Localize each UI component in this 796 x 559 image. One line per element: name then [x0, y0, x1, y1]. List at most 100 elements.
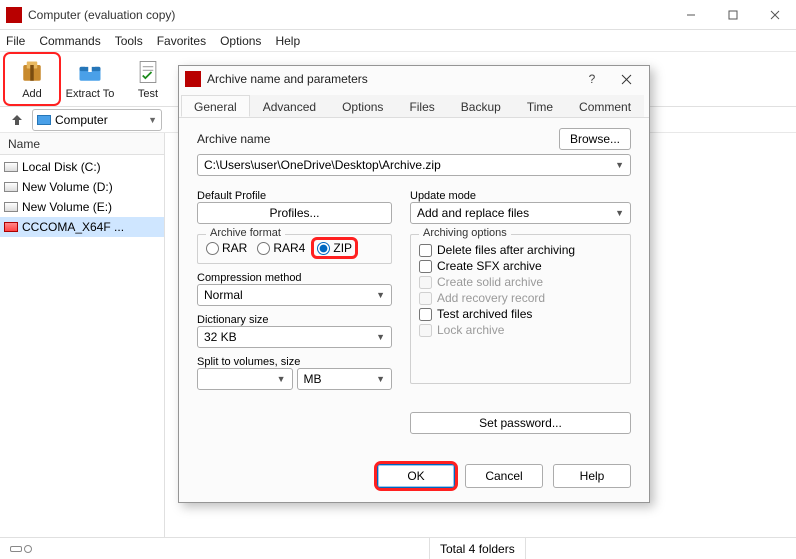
tree-header-name[interactable]: Name: [0, 133, 164, 155]
up-icon: [10, 113, 24, 127]
tree-item-new-volume-e[interactable]: New Volume (E:): [0, 197, 164, 217]
radio-zip[interactable]: ZIP: [311, 237, 358, 259]
radio-rar4[interactable]: RAR4: [257, 241, 305, 255]
archive-name-value: C:\Users\user\OneDrive\Desktop\Archive.z…: [204, 158, 441, 172]
winrar-icon: [185, 71, 201, 87]
add-icon: [18, 58, 46, 86]
tree-item-local-disk-c[interactable]: Local Disk (C:): [0, 157, 164, 177]
compression-combo[interactable]: Normal ▼: [197, 284, 392, 306]
tab-time[interactable]: Time: [514, 95, 566, 117]
extract-label: Extract To: [66, 88, 115, 100]
disk-icon: [4, 182, 18, 192]
chk-lock: Lock archive: [419, 323, 622, 337]
tree-item-label: New Volume (D:): [22, 180, 113, 194]
radio-rar[interactable]: RAR: [206, 241, 247, 255]
location-combo[interactable]: Computer ▼: [32, 109, 162, 131]
dialog-title: Archive name and parameters: [207, 72, 575, 86]
status-total: Total 4 folders: [430, 538, 526, 559]
menu-commands[interactable]: Commands: [39, 34, 100, 48]
menu-favorites[interactable]: Favorites: [157, 34, 206, 48]
tab-comment[interactable]: Comment: [566, 95, 644, 117]
extract-icon: [76, 58, 104, 86]
test-icon: [134, 58, 162, 86]
help-button[interactable]: Help: [553, 464, 631, 488]
status-left: [0, 538, 430, 559]
ok-button[interactable]: OK: [377, 464, 455, 488]
chevron-down-icon: ▼: [376, 374, 385, 384]
menu-help[interactable]: Help: [275, 34, 300, 48]
split-label: Split to volumes, size: [197, 356, 392, 368]
chk-solid: Create solid archive: [419, 275, 622, 289]
chk-recovery: Add recovery record: [419, 291, 622, 305]
tree-panel: Name Local Disk (C:) New Volume (D:) New…: [0, 133, 165, 537]
dialog-close-button[interactable]: [609, 67, 643, 91]
profiles-button[interactable]: Profiles...: [197, 202, 392, 224]
disk-icon: [4, 222, 18, 232]
menubar: File Commands Tools Favorites Options He…: [0, 30, 796, 52]
chevron-down-icon: ▼: [376, 290, 385, 300]
close-button[interactable]: [754, 1, 796, 29]
minimize-button[interactable]: [670, 1, 712, 29]
chk-sfx[interactable]: Create SFX archive: [419, 259, 622, 273]
archiving-options-legend: Archiving options: [419, 227, 511, 239]
update-mode-combo[interactable]: Add and replace files ▼: [410, 202, 631, 224]
test-button[interactable]: Test: [120, 53, 176, 105]
split-size-combo[interactable]: ▼: [197, 368, 293, 390]
update-mode-label: Update mode: [410, 190, 631, 202]
status-icon: [10, 546, 22, 552]
computer-icon: [37, 115, 51, 125]
maximize-button[interactable]: [712, 1, 754, 29]
chevron-down-icon: ▼: [148, 115, 157, 125]
tab-files[interactable]: Files: [396, 95, 447, 117]
tree-item-cccoma[interactable]: CCCOMA_X64F ...: [0, 217, 164, 237]
menu-options[interactable]: Options: [220, 34, 261, 48]
extract-to-button[interactable]: Extract To: [62, 53, 118, 105]
dialog-titlebar: Archive name and parameters ?: [179, 66, 649, 92]
winrar-icon: [6, 7, 22, 23]
compression-value: Normal: [204, 288, 243, 302]
dialog-help-button[interactable]: ?: [575, 67, 609, 91]
tab-advanced[interactable]: Advanced: [250, 95, 329, 117]
tab-backup[interactable]: Backup: [448, 95, 514, 117]
archive-name-field[interactable]: C:\Users\user\OneDrive\Desktop\Archive.z…: [197, 154, 631, 176]
location-text: Computer: [55, 113, 108, 127]
add-button[interactable]: Add: [4, 53, 60, 105]
menu-tools[interactable]: Tools: [115, 34, 143, 48]
archive-params-dialog: Archive name and parameters ? General Ad…: [178, 65, 650, 503]
chk-test[interactable]: Test archived files: [419, 307, 622, 321]
test-label: Test: [138, 88, 158, 100]
tree-item-label: Local Disk (C:): [22, 160, 101, 174]
menu-file[interactable]: File: [6, 34, 25, 48]
split-unit-value: MB: [304, 372, 322, 386]
archive-format-legend: Archive format: [206, 227, 285, 239]
dictionary-value: 32 KB: [204, 330, 237, 344]
compression-label: Compression method: [197, 272, 392, 284]
chevron-down-icon: ▼: [277, 374, 286, 384]
disk-icon: [4, 162, 18, 172]
tree-item-new-volume-d[interactable]: New Volume (D:): [0, 177, 164, 197]
cancel-button[interactable]: Cancel: [465, 464, 543, 488]
archive-name-label: Archive name: [197, 132, 270, 146]
dialog-tabs: General Advanced Options Files Backup Ti…: [179, 92, 649, 118]
set-password-button[interactable]: Set password...: [410, 412, 631, 434]
dictionary-label: Dictionary size: [197, 314, 392, 326]
up-button[interactable]: [6, 109, 28, 131]
chk-delete-after[interactable]: Delete files after archiving: [419, 243, 622, 257]
titlebar: Computer (evaluation copy): [0, 0, 796, 30]
chevron-down-icon: ▼: [376, 332, 385, 342]
split-unit-combo[interactable]: MB ▼: [297, 368, 393, 390]
window-title: Computer (evaluation copy): [28, 8, 670, 22]
update-mode-value: Add and replace files: [417, 206, 529, 220]
browse-button[interactable]: Browse...: [559, 128, 631, 150]
tree-item-label: New Volume (E:): [22, 200, 112, 214]
add-label: Add: [22, 88, 42, 100]
status-icon: [24, 545, 32, 553]
dictionary-combo[interactable]: 32 KB ▼: [197, 326, 392, 348]
tab-options[interactable]: Options: [329, 95, 396, 117]
disk-icon: [4, 202, 18, 212]
default-profile-label: Default Profile: [197, 190, 392, 202]
chevron-down-icon: ▼: [615, 160, 624, 170]
tab-general[interactable]: General: [181, 95, 250, 117]
statusbar: Total 4 folders: [0, 537, 796, 559]
tree-item-label: CCCOMA_X64F ...: [22, 220, 124, 234]
